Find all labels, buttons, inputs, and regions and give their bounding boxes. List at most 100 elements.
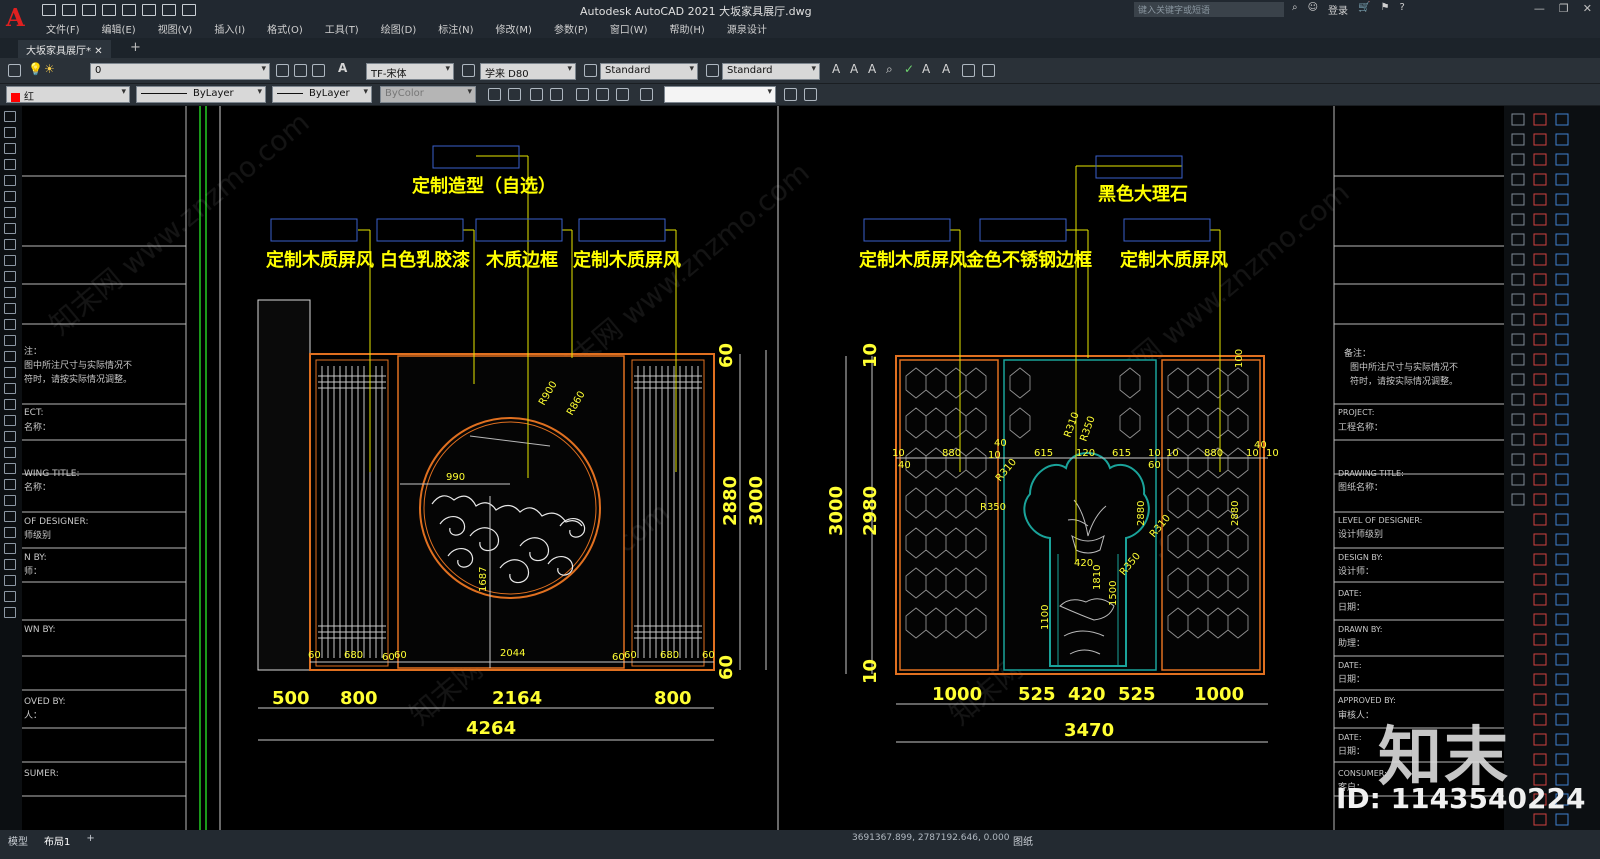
menu-item[interactable]: 帮助(H) (670, 21, 715, 36)
polyline-tool-icon[interactable] (4, 127, 16, 138)
polygon-tool-icon[interactable] (4, 143, 16, 154)
table-tool-icon[interactable] (4, 351, 16, 362)
mtext-tool-icon[interactable]: A (850, 62, 858, 76)
minimize-icon[interactable]: — (1534, 2, 1545, 15)
array-tool-icon[interactable] (4, 447, 16, 458)
menu-item[interactable]: 文件(F) (46, 21, 90, 36)
layer-previous-icon[interactable] (294, 64, 307, 77)
lineweight-dropdown[interactable]: ByLayer (272, 86, 372, 103)
spline-tool-icon[interactable] (4, 223, 16, 234)
tool-icon[interactable] (804, 88, 817, 101)
multileader-style-icon[interactable] (706, 64, 719, 77)
autocad-logo-icon[interactable]: A (6, 4, 34, 32)
redo-icon[interactable] (182, 4, 196, 16)
arc-tool-icon[interactable] (4, 175, 16, 186)
gradient-tool-icon[interactable] (4, 319, 16, 330)
dim-style-icon[interactable] (462, 64, 475, 77)
menu-item[interactable]: 编辑(E) (102, 21, 146, 36)
hatch-tool-icon[interactable] (4, 303, 16, 314)
stretch-tool-icon[interactable] (4, 511, 16, 522)
menu-item[interactable]: 修改(M) (496, 21, 542, 36)
tool-icon[interactable] (488, 88, 501, 101)
paper-space-toggle[interactable]: 图纸 (1013, 833, 1033, 848)
linetype-dropdown[interactable]: ByLayer (136, 86, 266, 103)
chamfer-tool-icon[interactable] (4, 575, 16, 586)
layer-freeze-icon[interactable]: ☀ (44, 62, 55, 76)
move-tool-icon[interactable] (4, 463, 16, 474)
erase-tool-icon[interactable] (4, 383, 16, 394)
rotate-tool-icon[interactable] (4, 479, 16, 490)
user-icon[interactable]: ☺ (1308, 2, 1318, 17)
menu-item[interactable]: 视图(V) (158, 21, 203, 36)
justify-text-icon[interactable]: A (942, 62, 950, 76)
tool-icon[interactable] (530, 88, 543, 101)
add-layout-button[interactable]: + (86, 833, 94, 848)
offset-tool-icon[interactable] (4, 431, 16, 442)
color-dropdown[interactable]: 红 (6, 86, 130, 103)
table-style-icon[interactable] (584, 64, 597, 77)
search-input[interactable]: 键入关键字或短语 (1134, 2, 1284, 17)
app-store-icon[interactable]: ⚑ (1381, 2, 1390, 17)
text-scale-icon[interactable]: A (922, 62, 930, 76)
save-as-icon[interactable] (102, 4, 116, 16)
scale-tool-icon[interactable] (4, 495, 16, 506)
revcloud-tool-icon[interactable] (4, 207, 16, 218)
spell-check-icon[interactable]: ✓ (904, 62, 914, 76)
fillet-tool-icon[interactable] (4, 591, 16, 602)
close-icon[interactable]: ✕ (1583, 2, 1592, 15)
trim-tool-icon[interactable] (4, 527, 16, 538)
ellipse-tool-icon[interactable] (4, 239, 16, 250)
tool-icon[interactable] (596, 88, 609, 101)
break-tool-icon[interactable] (4, 559, 16, 570)
text-style-icon[interactable]: A (338, 61, 347, 75)
tab-layout1[interactable]: 布局1 (44, 833, 70, 848)
tool-icon[interactable] (576, 88, 589, 101)
menu-item[interactable]: 工具(T) (325, 21, 369, 36)
document-tab[interactable]: 大坂家具展厅* ✕ (18, 40, 111, 58)
multileader-style-dropdown[interactable]: Standard (722, 63, 820, 80)
login-button[interactable]: 登录 (1328, 2, 1348, 17)
make-current-icon[interactable] (276, 64, 289, 77)
line-tool-icon[interactable] (4, 111, 16, 122)
text-edit-icon[interactable]: A (868, 62, 876, 76)
find-text-icon[interactable]: ⌕ (886, 62, 893, 77)
make-block-icon[interactable] (4, 271, 16, 282)
insert-block-icon[interactable] (4, 255, 16, 266)
layer-dropdown[interactable]: 0 (90, 63, 270, 80)
command-input[interactable] (664, 86, 776, 103)
mirror-tool-icon[interactable] (4, 415, 16, 426)
extend-tool-icon[interactable] (4, 543, 16, 554)
menu-item[interactable]: 标注(N) (438, 21, 483, 36)
restore-icon[interactable]: ❐ (1559, 2, 1569, 15)
plot-icon[interactable] (142, 4, 156, 16)
table-style-dropdown[interactable]: Standard (600, 63, 698, 80)
publish-icon[interactable] (122, 4, 136, 16)
save-icon[interactable] (82, 4, 96, 16)
layer-state-icon[interactable] (312, 64, 325, 77)
menu-item[interactable]: 参数(P) (554, 21, 598, 36)
layer-on-icon[interactable]: 💡 (28, 62, 43, 76)
tool-icon[interactable] (784, 88, 797, 101)
help-icon[interactable]: ? (1399, 2, 1404, 17)
tool-icon[interactable] (508, 88, 521, 101)
text-style-dropdown[interactable]: TF-宋体 (366, 63, 454, 80)
menu-item[interactable]: 绘图(D) (381, 21, 427, 36)
table-insert-icon[interactable] (982, 64, 995, 77)
menu-item[interactable]: 源泉设计 (727, 21, 777, 36)
tab-model[interactable]: 模型 (8, 833, 28, 848)
drawing-canvas[interactable]: 注： 图中所注尺寸与实际情况不 符时，请按实际情况调整。 ECT: 名称： WI… (0, 106, 1600, 830)
layer-properties-icon[interactable] (8, 64, 21, 77)
tool-icon[interactable] (550, 88, 563, 101)
search-icon[interactable]: ⌕ (1292, 2, 1298, 17)
menu-item[interactable]: 格式(O) (267, 21, 313, 36)
new-tab-button[interactable]: + (130, 40, 141, 55)
open-file-icon[interactable] (62, 4, 76, 16)
mtext-tool-icon[interactable] (4, 367, 16, 378)
menu-item[interactable]: 窗口(W) (610, 21, 658, 36)
tool-icon[interactable] (640, 88, 653, 101)
point-tool-icon[interactable] (4, 287, 16, 298)
rectangle-tool-icon[interactable] (4, 159, 16, 170)
dim-style-dropdown[interactable]: 学来 D80 (480, 63, 576, 80)
copy-tool-icon[interactable] (4, 399, 16, 410)
tool-icon[interactable] (616, 88, 629, 101)
